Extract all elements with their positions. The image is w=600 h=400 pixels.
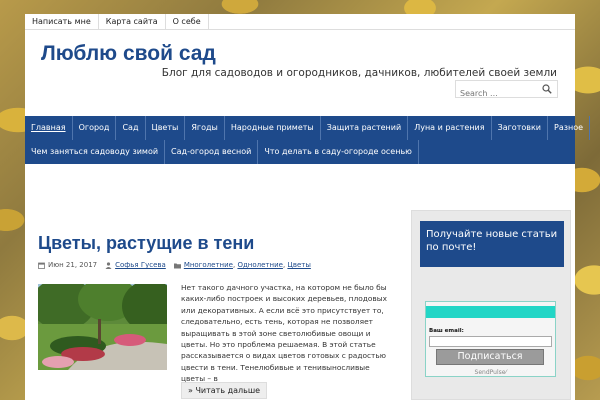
post-category-perennials[interactable]: Многолетние [184,261,233,269]
main-navigation: Главная Огород Сад Цветы Ягоды Народные … [25,116,591,164]
post-date[interactable]: Июн 21, 2017 [48,261,97,269]
search-icon[interactable] [542,84,552,94]
page-container: Люблю свой сад Блог для садоводов и огор… [25,30,591,400]
post-excerpt: Нет такого дачного участка, на котором н… [181,283,387,384]
site-description: Блог для садоводов и огородников, дачник… [161,67,557,79]
subscribe-form: Ваш email: Подписаться SendPulse⁄ [425,301,556,377]
nav-item-folk-signs[interactable]: Народные приметы [225,116,321,140]
form-header-strip [426,306,555,318]
search-box [455,80,558,102]
sidebar-subscribe-widget: Получайте новые статьи по почте! Ваш ema… [411,210,571,400]
nav-row-secondary: Чем заняться садоводу зимой Сад-огород в… [25,140,419,164]
garden-photo [38,284,167,370]
nav-item-plant-protection[interactable]: Защита растений [321,116,409,140]
nav-item-garden[interactable]: Сад [116,116,146,140]
nav-item-home[interactable]: Главная [25,116,73,140]
nav-item-flowers[interactable]: Цветы [146,116,186,140]
user-icon [105,261,112,269]
nav-item-berries[interactable]: Ягоды [185,116,225,140]
topbar-link-about[interactable]: О себе [166,14,209,29]
nav-item-autumn-tasks[interactable]: Что делать в саду-огороде осенью [258,140,419,164]
powered-by-label[interactable]: SendPulse⁄ [426,369,555,376]
nav-item-winter-tasks[interactable]: Чем заняться садоводу зимой [25,140,166,164]
read-more-button[interactable]: » Читать дальше [181,382,268,399]
nav-item-vegetable-garden[interactable]: Огород [73,116,117,140]
category-separator: , [232,261,236,269]
post-author[interactable]: Софья Гусева [115,261,166,269]
post-meta: Июн 21, 2017 Софья Гусева Многолетние, О… [38,261,311,269]
post-title[interactable]: Цветы, растущие в тени [38,233,254,254]
nav-item-spring-garden[interactable]: Сад-огород весной [165,140,259,164]
topbar-link-sitemap[interactable]: Карта сайта [99,14,166,29]
nav-row-primary: Главная Огород Сад Цветы Ягоды Народные … [25,116,591,140]
post-category-annuals[interactable]: Однолетние [237,261,283,269]
content-spacer [25,164,575,210]
folder-icon [173,263,181,268]
post-thumbnail[interactable] [38,284,167,370]
nav-item-moon-and-plants[interactable]: Луна и растения [408,116,492,140]
topbar-link-write-me[interactable]: Написать мне [25,14,99,29]
category-separator: , [282,261,286,269]
subscribe-button[interactable]: Подписаться [436,349,544,365]
nav-item-preserves[interactable]: Заготовки [492,116,548,140]
site-title[interactable]: Люблю свой сад [41,42,216,66]
top-links-bar: Написать мне Карта сайта О себе [25,14,575,30]
calendar-icon [38,262,45,269]
email-field[interactable] [429,336,552,347]
post-category-flowers[interactable]: Цветы [287,261,310,269]
email-label: Ваш email: [429,328,464,334]
search-input[interactable] [456,85,540,102]
widget-title: Получайте новые статьи по почте! [420,221,564,267]
nav-item-misc[interactable]: Разное [548,116,591,140]
